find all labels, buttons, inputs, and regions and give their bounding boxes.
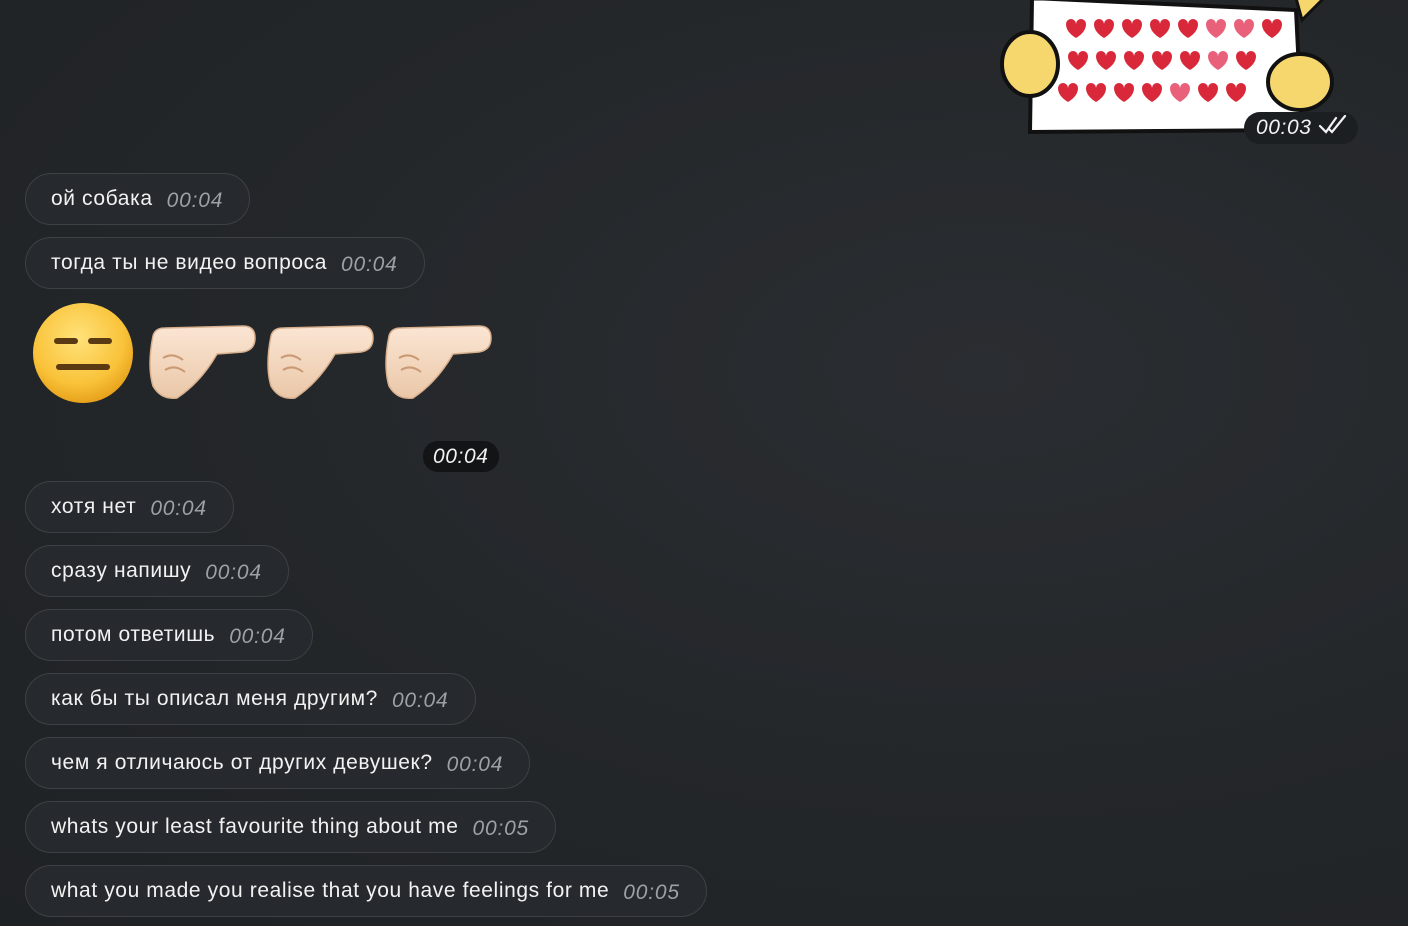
right-facing-fist-emoji — [149, 325, 256, 399]
sticker-time: 00:03 — [1256, 116, 1312, 139]
chat-area: 00:03 ой собака 00:04 тогда ты не видео … — [0, 0, 1408, 926]
message-time: 00:05 — [472, 817, 530, 840]
message-bubble[interactable]: whats your least favourite thing about m… — [25, 801, 557, 853]
message-text: сразу напишу — [51, 559, 192, 582]
message-time: 00:05 — [623, 881, 680, 904]
message-bubble[interactable]: чем я отличаюсь от других девушек? 00:04 — [25, 737, 531, 789]
message-text: тогда ты не видео вопроса — [51, 251, 328, 274]
message-time: 00:04 — [166, 189, 224, 212]
message-bubble[interactable]: ой собака 00:04 — [25, 173, 251, 225]
message-text: как бы ты описал меня другим? — [51, 687, 378, 710]
sticker-time-badge: 00:03 — [1244, 112, 1358, 144]
message-bubble[interactable]: тогда ты не видео вопроса 00:04 — [25, 237, 425, 289]
message-time: 00:04 — [341, 253, 398, 276]
message-bubble[interactable]: потом ответишь 00:04 — [25, 609, 313, 661]
message-time: 00:04 — [229, 625, 286, 648]
message-text: ой собака — [51, 187, 153, 210]
message-text: what you made you realise that you have … — [51, 879, 610, 902]
message-text: потом ответишь — [51, 623, 216, 646]
message-time: 00:04 — [150, 497, 207, 520]
message-time: 00:04 — [446, 753, 504, 776]
emoji-message[interactable] — [30, 300, 510, 410]
message-bubble[interactable]: хотя нет 00:04 — [25, 481, 234, 533]
message-bubble[interactable]: как бы ты описал меня другим? 00:04 — [25, 673, 476, 725]
message-time: 00:04 — [391, 689, 449, 712]
message-text: хотя нет — [51, 495, 137, 518]
expressionless-face-emoji — [33, 303, 133, 403]
message-bubble[interactable]: сразу напишу 00:04 — [25, 545, 289, 597]
emoji-message-time: 00:04 — [423, 441, 499, 472]
right-facing-fist-emoji — [267, 325, 374, 399]
message-text: whats your least favourite thing about m… — [51, 815, 459, 838]
right-facing-fist-emoji — [385, 325, 492, 399]
message-text: чем я отличаюсь от других девушек? — [51, 751, 433, 774]
message-time: 00:04 — [205, 561, 262, 584]
double-check-icon — [1318, 114, 1348, 141]
message-bubble[interactable]: what you made you realise that you have … — [25, 865, 707, 917]
